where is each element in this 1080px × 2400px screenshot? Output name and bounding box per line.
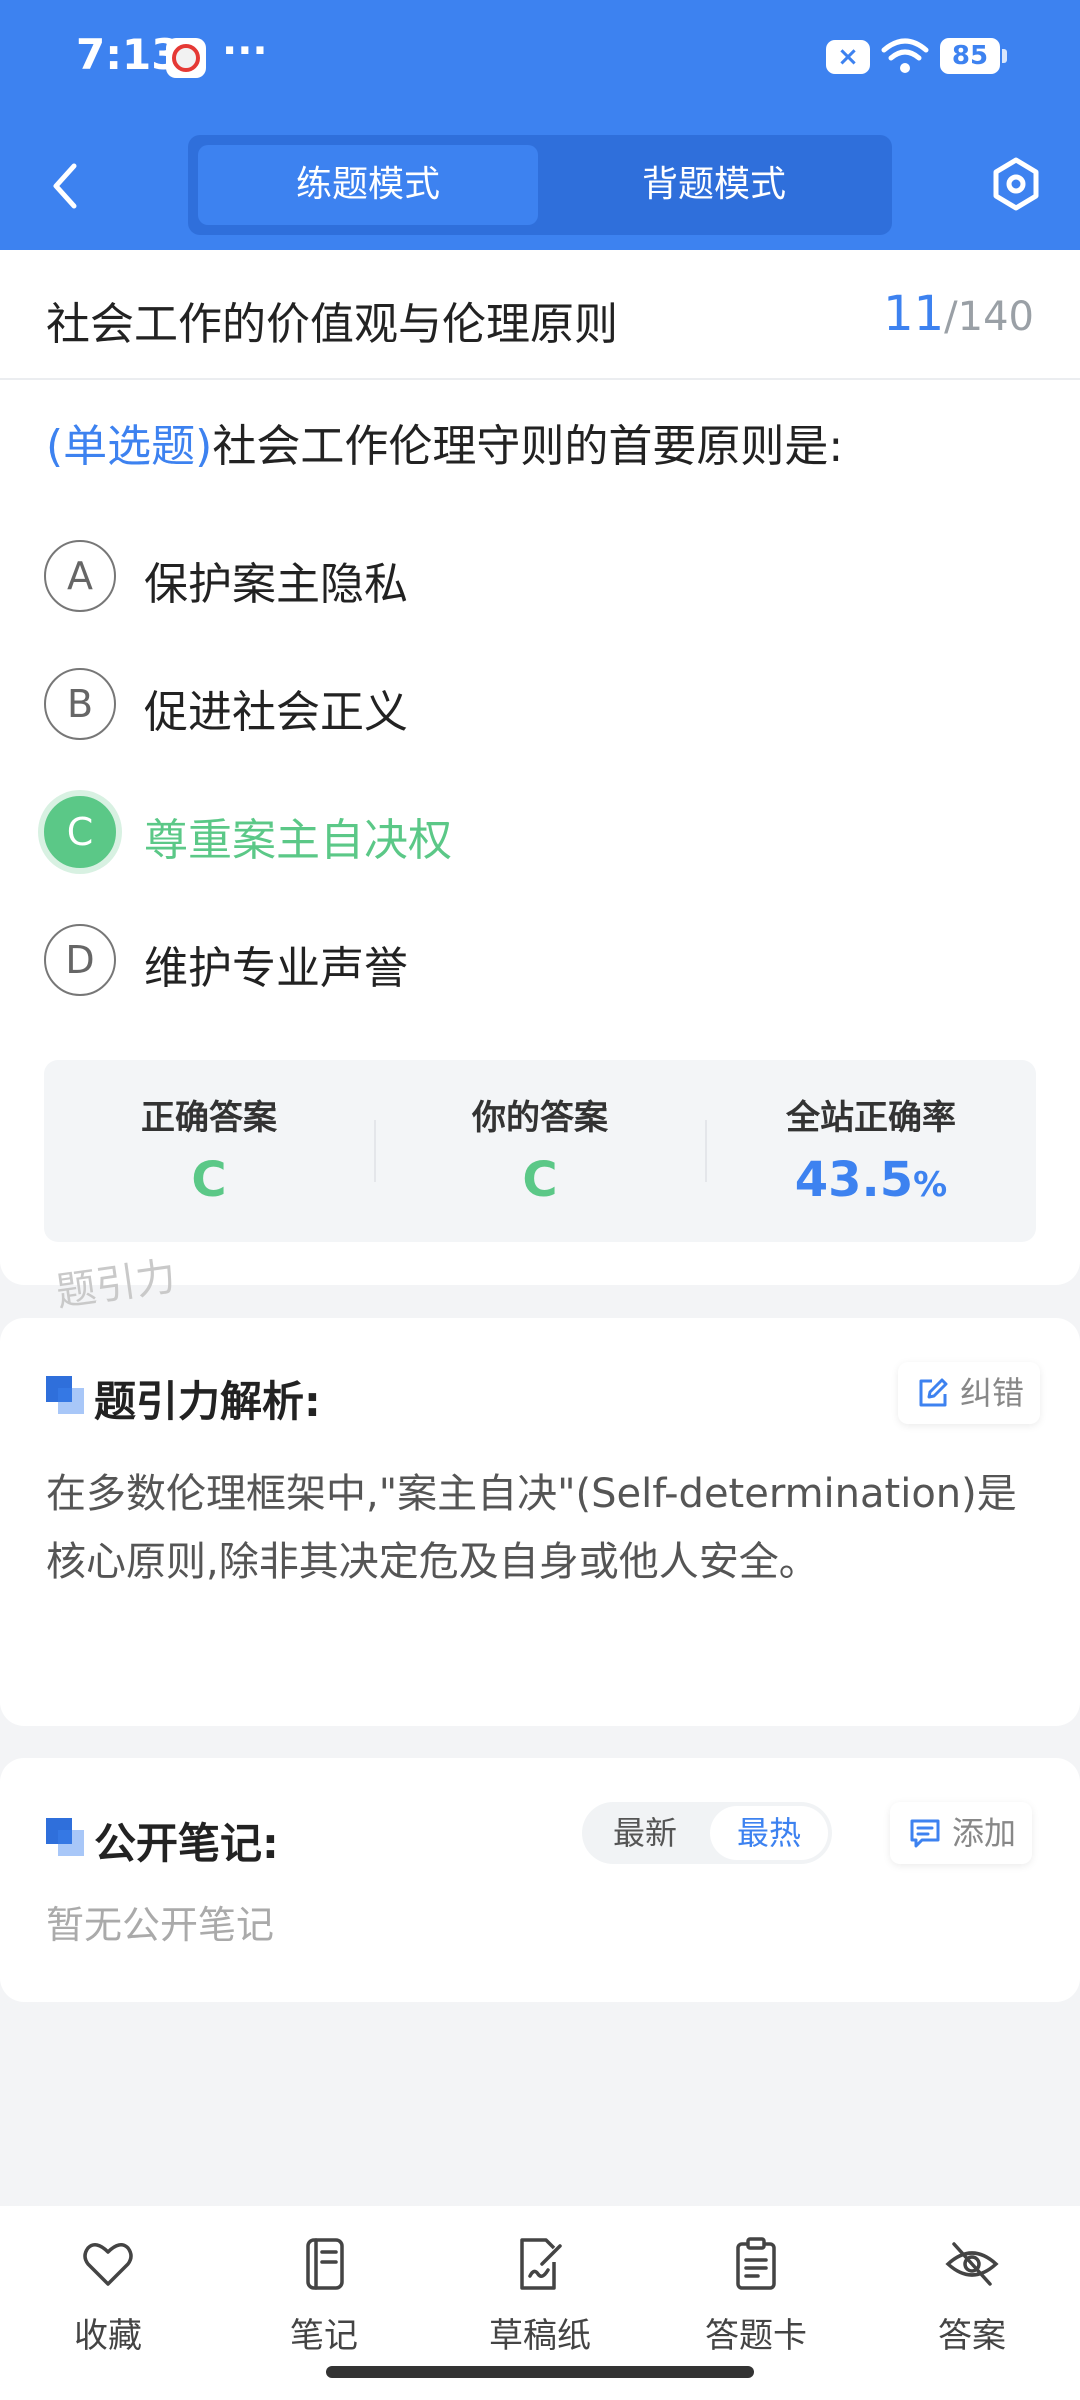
notes-sort-switch: 最新 最热 bbox=[582, 1802, 832, 1864]
stat-value: 43.5% bbox=[706, 1152, 1036, 1208]
nav-answer-sheet[interactable]: 答题卡 bbox=[648, 2228, 864, 2358]
chapter-title: 社会工作的价值观与伦理原则 bbox=[46, 299, 618, 350]
notes-empty-state: 暂无公开笔记 bbox=[46, 1903, 275, 1947]
question-stem: 社会工作伦理守则的首要原则是: bbox=[212, 421, 844, 472]
report-error-button[interactable]: 纠错 bbox=[898, 1362, 1041, 1424]
accuracy-number: 43.5 bbox=[794, 1152, 914, 1208]
total-question-count: 140 bbox=[957, 294, 1034, 340]
stat-accuracy-rate: 全站正确率 43.5% bbox=[706, 1060, 1036, 1242]
nav-label: 收藏 bbox=[74, 2316, 142, 2356]
more-notifications: ··· bbox=[222, 28, 268, 74]
tab-memorize-mode[interactable]: 背题模式 bbox=[544, 145, 884, 225]
home-indicator[interactable] bbox=[326, 2366, 754, 2378]
stat-label: 正确答案 bbox=[141, 1098, 277, 1138]
section-squares-icon bbox=[46, 1376, 86, 1416]
stat-value: C bbox=[522, 1152, 558, 1208]
battery-indicator: 85 bbox=[940, 38, 1007, 74]
sort-latest-option[interactable]: 最新 bbox=[586, 1806, 704, 1860]
question-type: (单选题) bbox=[46, 421, 213, 472]
mode-switcher: 练题模式 背题模式 bbox=[188, 135, 892, 235]
report-error-label: 纠错 bbox=[960, 1374, 1025, 1412]
heart-icon bbox=[83, 2243, 133, 2286]
comment-icon bbox=[910, 1819, 940, 1848]
nav-label: 答题卡 bbox=[705, 2316, 807, 2356]
notebook-icon bbox=[306, 2238, 344, 2290]
back-arrow-icon[interactable] bbox=[40, 156, 90, 216]
analysis-card: 题引力解析: 纠错 在多数伦理框架中,"案主自决"(Self-determina… bbox=[0, 1318, 1080, 1726]
stat-correct-answer: 正确答案 C bbox=[44, 1060, 374, 1242]
question-progress: 11/140 bbox=[883, 286, 1034, 342]
add-note-label: 添加 bbox=[952, 1814, 1017, 1852]
nav-toggle-answer[interactable]: 答案 bbox=[864, 2228, 1080, 2358]
close-badge-icon: × bbox=[826, 40, 870, 74]
wifi-icon bbox=[881, 38, 929, 73]
nav-scratch-paper[interactable]: 草稿纸 bbox=[432, 2228, 648, 2358]
option-c-correct[interactable]: C 尊重案主自决权 bbox=[44, 792, 1024, 872]
nav-label: 笔记 bbox=[290, 2316, 358, 2356]
answer-stats-panel: 正确答案 C 你的答案 C 全站正确率 43.5% bbox=[44, 1060, 1036, 1242]
status-bar: 7:13 ··· × 85 bbox=[0, 0, 1080, 120]
tab-practice-mode[interactable]: 练题模式 bbox=[198, 145, 538, 225]
notes-title: 公开笔记: bbox=[94, 1819, 279, 1868]
add-note-button[interactable]: 添加 bbox=[890, 1802, 1033, 1864]
nav-favorite[interactable]: 收藏 bbox=[0, 2228, 216, 2358]
accuracy-unit: % bbox=[913, 1165, 948, 1205]
option-letter: B bbox=[44, 668, 116, 740]
option-a[interactable]: A 保护案主隐私 bbox=[44, 536, 1024, 616]
progress-separator: / bbox=[944, 294, 958, 340]
option-text: 维护专业声誉 bbox=[144, 943, 408, 994]
draft-icon bbox=[520, 2238, 562, 2290]
nav-notes[interactable]: 笔记 bbox=[216, 2228, 432, 2358]
settings-hexagon-icon[interactable] bbox=[990, 156, 1042, 212]
option-letter: A bbox=[44, 540, 116, 612]
current-question-number: 11 bbox=[883, 286, 945, 342]
public-notes-card: 公开笔记: 最新 最热 添加 暂无公开笔记 bbox=[0, 1758, 1080, 2002]
eye-off-icon bbox=[945, 2242, 999, 2286]
option-text: 促进社会正义 bbox=[144, 687, 408, 738]
stat-label: 全站正确率 bbox=[786, 1098, 956, 1138]
analysis-text: 在多数伦理框架中,"案主自决"(Self-determination)是核心原则… bbox=[46, 1471, 1017, 1585]
app-notification-icon bbox=[166, 38, 206, 78]
option-b[interactable]: B 促进社会正义 bbox=[44, 664, 1024, 744]
question-card: 社会工作的价值观与伦理原则 11/140 (单选题)社会工作伦理守则的首要原则是… bbox=[0, 250, 1080, 1285]
option-letter: C bbox=[44, 796, 116, 868]
stat-label: 你的答案 bbox=[472, 1098, 608, 1138]
nav-label: 草稿纸 bbox=[489, 2316, 591, 2356]
option-d[interactable]: D 维护专业声誉 bbox=[44, 920, 1024, 1000]
section-squares-icon bbox=[46, 1818, 86, 1858]
analysis-title: 题引力解析: bbox=[94, 1377, 321, 1426]
option-text: 尊重案主自决权 bbox=[144, 815, 452, 866]
stat-value: C bbox=[191, 1152, 227, 1208]
top-bar: 7:13 ··· × 85 练题模式 背题模式 bbox=[0, 0, 1080, 250]
edit-icon bbox=[919, 1378, 948, 1407]
clipboard-icon bbox=[736, 2237, 776, 2290]
question-text: (单选题)社会工作伦理守则的首要原则是: bbox=[46, 410, 1046, 474]
option-text: 保护案主隐私 bbox=[144, 559, 408, 610]
nav-label: 答案 bbox=[938, 2316, 1006, 2356]
option-letter: D bbox=[44, 924, 116, 996]
divider bbox=[0, 378, 1080, 380]
stat-your-answer: 你的答案 C bbox=[375, 1060, 705, 1242]
status-time: 7:13 bbox=[76, 30, 181, 79]
sort-hot-option[interactable]: 最热 bbox=[710, 1806, 828, 1860]
